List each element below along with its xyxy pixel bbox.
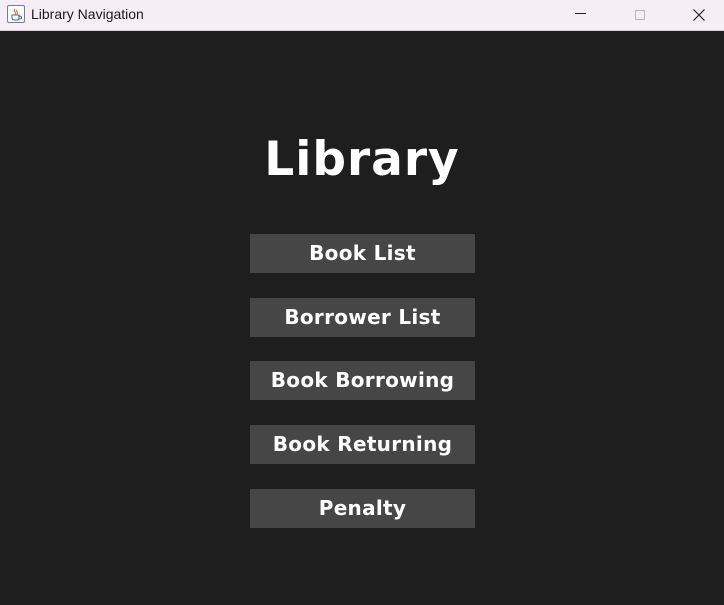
window-title: Library Navigation	[31, 6, 144, 22]
close-icon	[693, 6, 705, 25]
java-coffee-cup-icon	[7, 5, 25, 23]
app-window: Library Navigation Library Book List Bor…	[0, 0, 724, 605]
close-button[interactable]	[676, 0, 722, 30]
minimize-button[interactable]	[557, 0, 603, 30]
book-returning-button[interactable]: Book Returning	[250, 425, 475, 464]
book-list-button[interactable]: Book List	[250, 234, 475, 273]
minimize-icon	[574, 12, 586, 14]
borrower-list-button[interactable]: Borrower List	[250, 298, 475, 337]
title-bar[interactable]: Library Navigation	[0, 0, 724, 31]
page-title: Library	[264, 132, 460, 187]
main-panel: Library Book List Borrower List Book Bor…	[0, 31, 724, 605]
book-borrowing-button[interactable]: Book Borrowing	[250, 361, 475, 400]
maximize-icon	[635, 10, 645, 20]
maximize-button[interactable]	[617, 0, 663, 30]
penalty-button[interactable]: Penalty	[250, 489, 475, 528]
